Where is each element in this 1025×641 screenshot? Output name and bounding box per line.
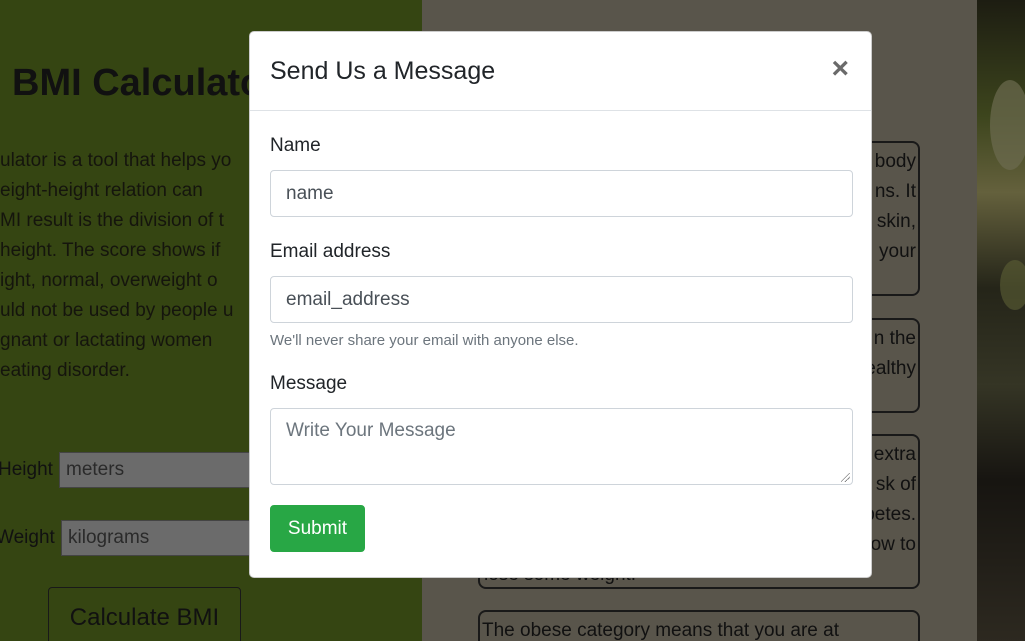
email-input[interactable]: email_address [270, 276, 853, 323]
name-label: Name [270, 135, 321, 156]
name-input[interactable]: name [270, 170, 853, 217]
message-textarea[interactable]: Write Your Message [270, 408, 853, 485]
modal-header: Send Us a Message × [250, 32, 871, 111]
message-label: Message [270, 373, 348, 394]
email-help-text: We'll never share your email with anyone… [270, 332, 579, 349]
modal-title: Send Us a Message [270, 56, 496, 85]
close-icon[interactable]: × [831, 54, 849, 84]
email-group: Email address email_address We'll never … [270, 241, 853, 349]
contact-modal: Send Us a Message × Name name Email addr… [249, 31, 872, 578]
modal-body: Name name Email address email_address We… [250, 111, 871, 572]
message-group: Message Write Your Message [270, 373, 853, 485]
email-label: Email address [270, 241, 391, 262]
name-group: Name name [270, 135, 853, 217]
resize-handle-icon[interactable] [841, 473, 850, 482]
message-placeholder: Write Your Message [286, 420, 456, 441]
submit-button[interactable]: Submit [270, 505, 365, 552]
